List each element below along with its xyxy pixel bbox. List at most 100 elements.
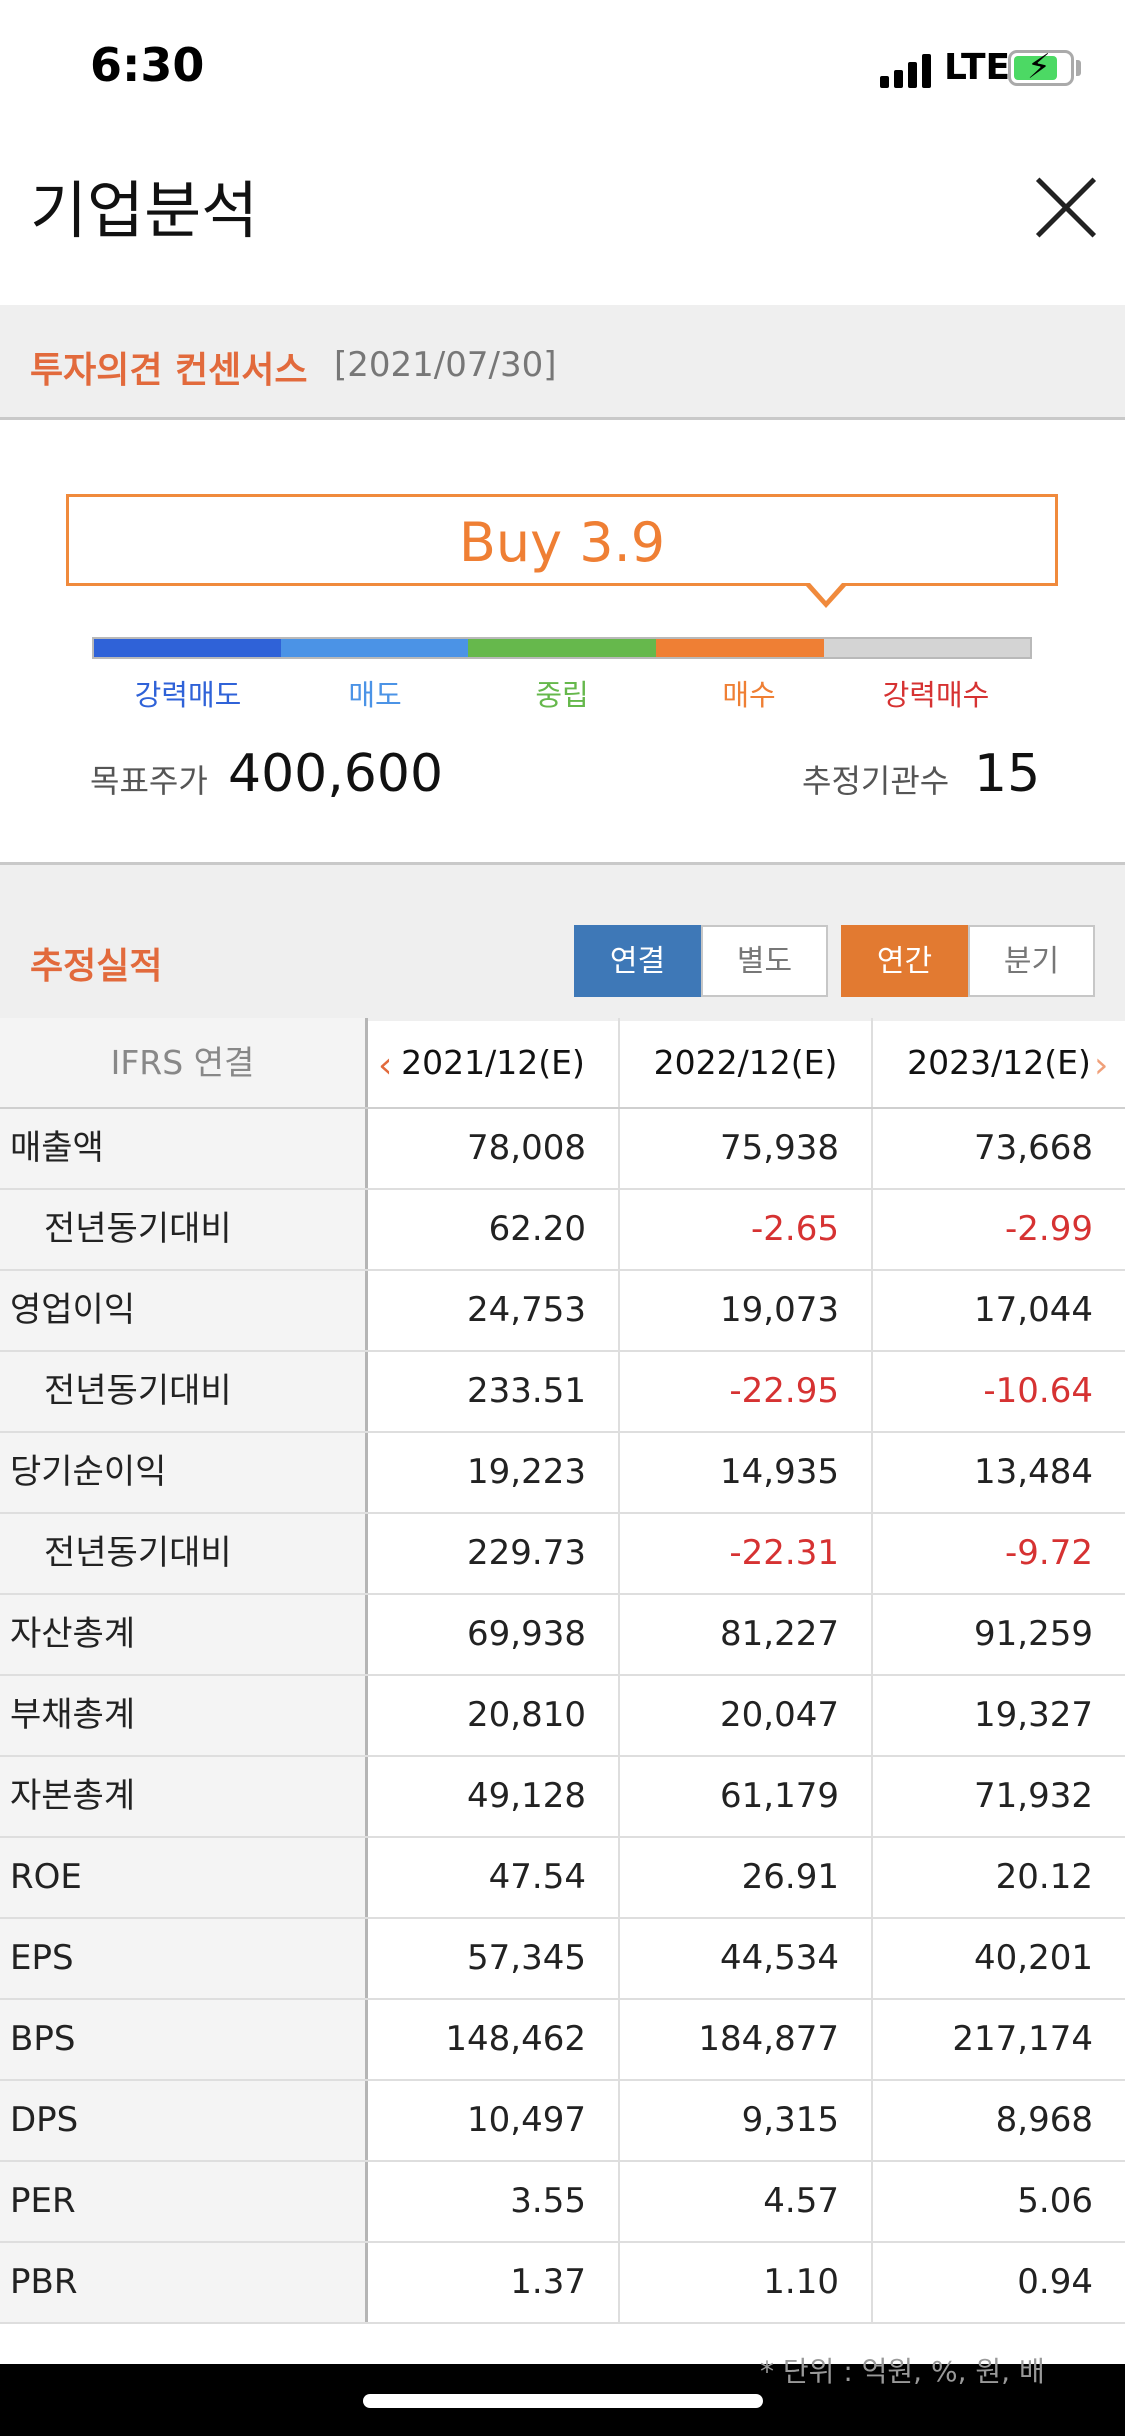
table-cell: 40,201 xyxy=(974,1938,1093,1978)
quarterly-toggle[interactable]: 분기 xyxy=(968,925,1095,997)
table-cell: 184,877 xyxy=(620,2000,873,2079)
chevron-left-icon[interactable]: ‹ xyxy=(378,1045,392,1086)
table-cell: -9.72 xyxy=(1005,1533,1093,1573)
table-row: DPS 10,497 9,315 8,968 xyxy=(0,2081,1125,2162)
estimates-table: IFRS 연결 2021/12(E) 2022/12(E) 2023/12(E)… xyxy=(0,1018,1125,2324)
table-cell: 44,534 xyxy=(620,1919,873,1998)
institution-count-label: 추정기관수 xyxy=(802,762,950,800)
table-cell: 69,938 xyxy=(368,1595,620,1674)
table-cell: 24,753 xyxy=(368,1271,620,1350)
target-price-label: 목표주가 xyxy=(90,762,208,800)
table-cell: 75,938 xyxy=(620,1109,873,1188)
rating-text: Buy 3.9 xyxy=(458,511,666,574)
column-header: 2023/12(E) xyxy=(907,1043,1091,1082)
table-row: ROE 47.54 26.91 20.12 xyxy=(0,1838,1125,1919)
institution-count-value: 15 xyxy=(974,744,1041,804)
table-cell: 81,227 xyxy=(620,1595,873,1674)
column-header: 2022/12(E) xyxy=(620,1018,873,1107)
table-row: 전년동기대비 62.20 -2.65 -2.99 xyxy=(0,1190,1125,1271)
table-cell: 26.91 xyxy=(620,1838,873,1917)
row-label: 부채총계 xyxy=(0,1676,368,1755)
table-cell: 229.73 xyxy=(368,1514,620,1593)
table-cell: 49,128 xyxy=(368,1757,620,1836)
row-label: BPS xyxy=(0,2000,368,2079)
table-row: 자본총계 49,128 61,179 71,932 xyxy=(0,1757,1125,1838)
table-cell: 19,073 xyxy=(620,1271,873,1350)
table-row: EPS 57,345 44,534 40,201 xyxy=(0,1919,1125,2000)
consensus-title: 투자의견 컨센서스 xyxy=(30,350,308,391)
table-cell: 13,484 xyxy=(974,1452,1093,1492)
row-label: 자본총계 xyxy=(0,1757,368,1836)
table-cell: 71,932 xyxy=(974,1776,1093,1816)
table-row: 자산총계 69,938 81,227 91,259 xyxy=(0,1595,1125,1676)
scale-segment-strong-sell xyxy=(94,639,282,657)
table-corner-label: IFRS 연결 xyxy=(0,1018,368,1107)
table-cell: 19,327 xyxy=(974,1695,1093,1735)
close-icon[interactable] xyxy=(1030,172,1102,244)
home-indicator[interactable] xyxy=(363,2394,763,2408)
table-row: BPS 148,462 184,877 217,174 xyxy=(0,2000,1125,2081)
status-time: 6:30 xyxy=(90,38,205,92)
table-cell: 73,668 xyxy=(974,1128,1093,1168)
table-cell: 3.55 xyxy=(368,2162,620,2241)
battery-icon: ⚡ xyxy=(1008,47,1074,87)
row-label: PER xyxy=(0,2162,368,2241)
table-cell: 62.20 xyxy=(368,1190,620,1269)
table-cell: 8,968 xyxy=(995,2100,1093,2140)
chevron-right-icon[interactable]: › xyxy=(1094,1045,1108,1086)
table-cell: 4.57 xyxy=(620,2162,873,2241)
table-row: 매출액 78,008 75,938 73,668 xyxy=(0,1109,1125,1190)
table-cell: 10,497 xyxy=(368,2081,620,2160)
row-label: 당기순이익 xyxy=(0,1433,368,1512)
row-label: 전년동기대비 xyxy=(0,1514,368,1593)
table-cell: 61,179 xyxy=(620,1757,873,1836)
row-label: 매출액 xyxy=(0,1109,368,1188)
table-cell: -2.99 xyxy=(1005,1209,1093,1249)
status-bar: 6:30 LTE ⚡ xyxy=(0,0,1125,140)
row-label: 영업이익 xyxy=(0,1271,368,1350)
scale-label-buy: 매수 xyxy=(722,678,776,712)
scale-segment-sell xyxy=(281,639,469,657)
table-cell: 57,345 xyxy=(368,1919,620,1998)
row-label: DPS xyxy=(0,2081,368,2160)
row-label: 자산총계 xyxy=(0,1595,368,1674)
table-cell: -22.95 xyxy=(620,1352,873,1431)
estimates-title: 추정실적 xyxy=(30,946,163,987)
row-label: 전년동기대비 xyxy=(0,1190,368,1269)
scale-segment-strong-buy xyxy=(824,639,1030,657)
table-row: 전년동기대비 233.51 -22.95 -10.64 xyxy=(0,1352,1125,1433)
table-row: 부채총계 20,810 20,047 19,327 xyxy=(0,1676,1125,1757)
row-label: PBR xyxy=(0,2243,368,2322)
rating-box: Buy 3.9 xyxy=(66,494,1058,586)
column-header: 2021/12(E) xyxy=(368,1018,620,1107)
consensus-date: [2021/07/30] xyxy=(334,345,557,385)
table-cell: 20,047 xyxy=(620,1676,873,1755)
network-type: LTE xyxy=(944,47,1011,88)
annual-toggle[interactable]: 연간 xyxy=(841,925,968,997)
separate-toggle[interactable]: 별도 xyxy=(701,925,828,997)
row-label: 전년동기대비 xyxy=(0,1352,368,1431)
table-cell: 14,935 xyxy=(620,1433,873,1512)
table-row: PER 3.55 4.57 5.06 xyxy=(0,2162,1125,2243)
consolidated-toggle[interactable]: 연결 xyxy=(574,925,701,997)
table-cell: -10.64 xyxy=(983,1371,1093,1411)
table-cell: 1.37 xyxy=(368,2243,620,2322)
table-cell: 217,174 xyxy=(952,2019,1093,2059)
scale-label-strong-sell: 강력매도 xyxy=(134,678,242,712)
signal-icon xyxy=(880,52,932,88)
scale-segment-neutral xyxy=(468,639,656,657)
table-cell: 19,223 xyxy=(368,1433,620,1512)
table-cell: 9,315 xyxy=(620,2081,873,2160)
table-row: 당기순이익 19,223 14,935 13,484 xyxy=(0,1433,1125,1514)
table-cell: 78,008 xyxy=(368,1109,620,1188)
table-row: 영업이익 24,753 19,073 17,044 xyxy=(0,1271,1125,1352)
row-label: EPS xyxy=(0,1919,368,1998)
table-cell: -2.65 xyxy=(620,1190,873,1269)
table-cell: 233.51 xyxy=(368,1352,620,1431)
table-cell: 91,259 xyxy=(974,1614,1093,1654)
table-cell: 17,044 xyxy=(974,1290,1093,1330)
row-label: ROE xyxy=(0,1838,368,1917)
scale-label-strong-buy: 강력매수 xyxy=(882,678,990,712)
table-row: PBR 1.37 1.10 0.94 xyxy=(0,2243,1125,2324)
table-cell: 20,810 xyxy=(368,1676,620,1755)
